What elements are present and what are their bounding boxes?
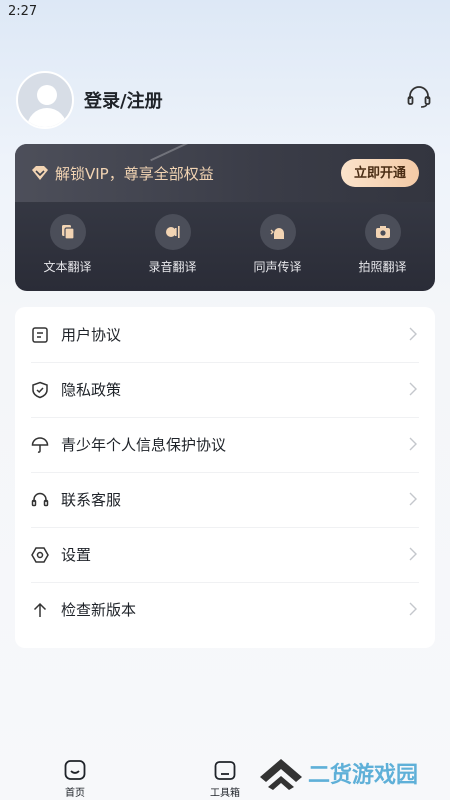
vip-banner: 解锁VIP，尊享全部权益 立即开通: [15, 144, 435, 202]
tab-label: 首页: [65, 788, 85, 799]
menu-item-label: 隐私政策: [61, 381, 122, 399]
menu-item-label: 联系客服: [61, 491, 122, 509]
menu-item-label: 检查新版本: [61, 601, 137, 619]
menu-item-privacy-policy[interactable]: 隐私政策: [15, 362, 435, 417]
menu-item-settings[interactable]: 设置: [15, 527, 435, 582]
camera-icon: [375, 226, 390, 238]
tab-home[interactable]: 首页: [45, 758, 105, 799]
vip-diamond-icon: [32, 166, 48, 180]
settings-menu: 用户协议 隐私政策 青少年个人信息保护协议 联系客服 设置 检查新版本: [15, 307, 435, 648]
chevron-right-icon: [409, 382, 417, 396]
tool-label: 同声传译: [253, 260, 302, 274]
watermark: 二货游戏园: [258, 755, 418, 791]
watermark-text: 二货游戏园: [308, 763, 419, 788]
headset-icon: [31, 492, 49, 506]
chevron-right-icon: [409, 492, 417, 506]
headset-icon[interactable]: [406, 84, 432, 110]
umbrella-icon: [31, 436, 49, 453]
tool-voice-translate[interactable]: 录音翻译: [128, 214, 218, 275]
menu-item-label: 用户协议: [61, 326, 122, 344]
document-copy-icon: [61, 225, 75, 240]
speaker-person-icon: [270, 228, 284, 239]
tool-photo-translate[interactable]: 拍照翻译: [338, 214, 428, 275]
avatar[interactable]: [16, 71, 74, 129]
tab-label: 工具箱: [210, 788, 240, 799]
menu-item-check-update[interactable]: 检查新版本: [15, 582, 435, 637]
chevron-right-icon: [409, 437, 417, 451]
gear-icon: [31, 546, 49, 563]
profile-header: 登录/注册: [16, 70, 434, 130]
menu-item-label: 青少年个人信息保护协议: [61, 436, 227, 454]
chevron-right-icon: [409, 327, 417, 341]
tool-label: 拍照翻译: [358, 260, 407, 274]
tab-toolbox[interactable]: 工具箱: [195, 758, 255, 799]
login-register-link[interactable]: 登录/注册: [84, 87, 163, 113]
menu-item-label: 设置: [61, 546, 92, 564]
menu-item-user-agreement[interactable]: 用户协议: [15, 307, 435, 362]
voice-record-icon: [165, 226, 180, 238]
arrow-up-icon: [33, 602, 47, 617]
open-vip-button[interactable]: 立即开通: [340, 159, 419, 187]
tool-text-translate[interactable]: 文本翻译: [23, 214, 113, 275]
menu-item-contact-support[interactable]: 联系客服: [15, 472, 435, 527]
chevron-right-icon: [409, 547, 417, 561]
shield-check-icon: [32, 381, 48, 398]
vip-banner-text: 解锁VIP，尊享全部权益: [55, 164, 214, 183]
tool-simultaneous-interpretation[interactable]: 同声传译: [233, 214, 323, 275]
toolbox-icon: [214, 761, 236, 780]
status-bar-time: 2:27: [8, 4, 38, 19]
document-icon: [32, 326, 48, 343]
home-icon: [64, 760, 86, 780]
menu-item-youth-protection[interactable]: 青少年个人信息保护协议: [15, 417, 435, 472]
chevron-right-icon: [409, 602, 417, 616]
vip-card: 解锁VIP，尊享全部权益 立即开通 文本翻译 录音翻译 同声传译 拍照翻译: [15, 144, 435, 291]
tool-label: 文本翻译: [43, 260, 92, 274]
tool-label: 录音翻译: [148, 260, 197, 274]
watermark-logo-icon: [260, 759, 302, 790]
